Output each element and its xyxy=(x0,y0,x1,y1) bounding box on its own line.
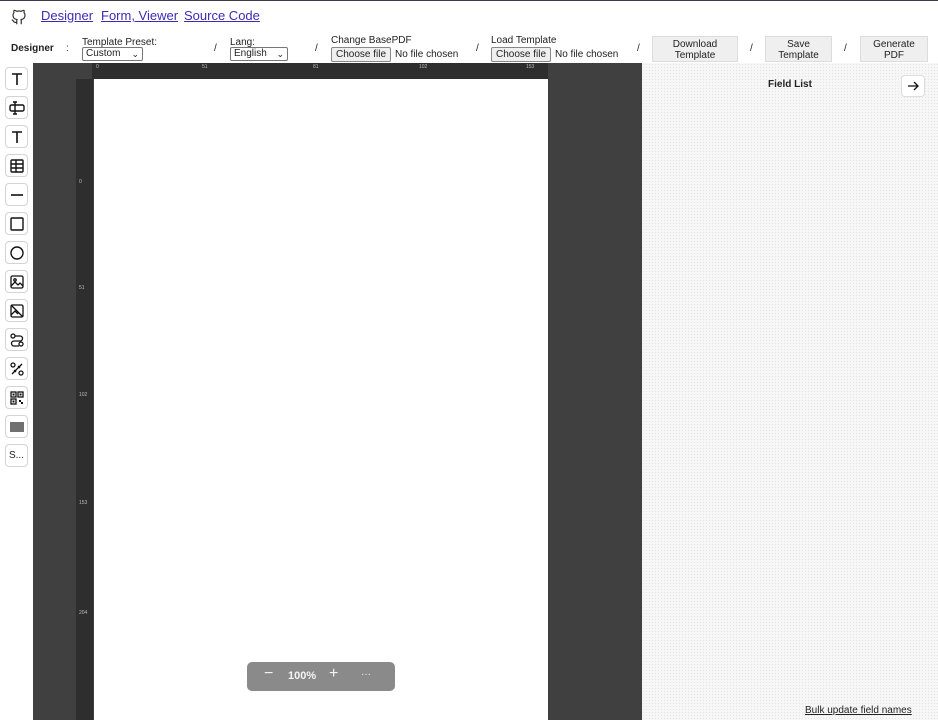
generate-pdf-label-line1: Generate xyxy=(873,39,915,50)
template-preset-select[interactable]: Custom ⌄ xyxy=(82,47,143,61)
generate-pdf-button[interactable]: Generate PDF xyxy=(860,36,928,62)
qrcode-tool-button[interactable] xyxy=(5,357,28,380)
mode-separator: : xyxy=(66,43,69,54)
download-template-label-line1: Download xyxy=(672,39,718,50)
nav-link-designer[interactable]: Designer xyxy=(41,8,93,23)
ruler-left-label: 204 xyxy=(79,610,88,616)
svg-tool-button[interactable] xyxy=(5,299,28,322)
arrow-right-icon xyxy=(908,81,919,91)
signature-tool-button[interactable] xyxy=(5,328,28,351)
zoom-control: − 100% + ··· xyxy=(247,662,395,691)
barcode-icon xyxy=(9,421,24,432)
table-tool-button[interactable] xyxy=(5,154,28,177)
separator: / xyxy=(844,43,847,54)
mode-label: Designer xyxy=(11,43,54,54)
load-template-choose-file-button[interactable]: Choose file xyxy=(491,47,552,62)
template-preset-value: Custom xyxy=(86,48,121,59)
ruler-top-label: 81 xyxy=(313,64,319,70)
ruler-top-label: 102 xyxy=(419,64,428,70)
rectangle-icon xyxy=(9,216,24,231)
ruler-top: 0 51 81 102 153 xyxy=(92,63,548,79)
collapse-panel-button[interactable] xyxy=(901,75,925,97)
save-template-label-line2: Template xyxy=(778,50,819,61)
change-base-pdf-file-status: No file chosen xyxy=(395,49,459,60)
separator: / xyxy=(637,43,640,54)
separator: / xyxy=(214,43,217,54)
toolbar: Designer : Template Preset: Custom ⌄ / L… xyxy=(0,32,938,63)
line-icon xyxy=(10,193,23,196)
top-nav: Designer Form, Viewer Source Code xyxy=(0,1,938,32)
more-tools-label: S... xyxy=(8,450,24,461)
nav-link-source-code[interactable]: Source Code xyxy=(184,8,260,23)
barcode-tool-button[interactable] xyxy=(5,415,28,438)
separator: / xyxy=(476,43,479,54)
ruler-top-label: 0 xyxy=(96,64,99,70)
ruler-left-label: 0 xyxy=(79,179,82,185)
text-field-icon xyxy=(11,130,22,143)
nav-link-form-viewer[interactable]: Form, Viewer xyxy=(101,8,178,23)
separator: / xyxy=(315,43,318,54)
qrcode-alt-tool-button[interactable] xyxy=(5,386,28,409)
text-field-tool-button[interactable] xyxy=(5,125,28,148)
ellipse-tool-button[interactable] xyxy=(5,241,28,264)
chevron-down-icon: ⌄ xyxy=(276,49,284,59)
ruler-left: 0 51 102 153 204 xyxy=(76,79,93,720)
multivariable-text-icon xyxy=(8,100,25,115)
ruler-top-label: 51 xyxy=(202,64,208,70)
rectangle-tool-button[interactable] xyxy=(5,212,28,235)
change-base-pdf-label: Change BasePDF xyxy=(331,35,412,46)
lang-value: English xyxy=(234,48,267,59)
signature-icon xyxy=(9,332,24,347)
image-tool-button[interactable] xyxy=(5,270,28,293)
field-list-panel: Field List Bulk update field names xyxy=(642,63,938,720)
zoom-level: 100% xyxy=(288,670,317,682)
save-template-label-line1: Save xyxy=(787,39,810,50)
pdf-page[interactable] xyxy=(94,79,548,720)
chevron-down-icon: ⌄ xyxy=(131,49,139,59)
load-template-label: Load Template xyxy=(491,35,557,46)
qrcode-alt-icon xyxy=(9,390,24,405)
more-tools-button[interactable]: S... xyxy=(5,444,28,467)
lang-select[interactable]: English ⌄ xyxy=(230,47,288,61)
svg-icon xyxy=(9,303,24,318)
change-base-pdf-choose-file-button[interactable]: Choose file xyxy=(331,47,392,62)
generate-pdf-label-line2: PDF xyxy=(884,50,904,61)
zoom-in-button[interactable]: + xyxy=(329,665,338,683)
field-list-title: Field List xyxy=(768,79,812,90)
ruler-left-label: 51 xyxy=(79,285,85,291)
save-template-button[interactable]: Save Template xyxy=(765,36,832,62)
multivariable-text-tool-button[interactable] xyxy=(5,96,28,119)
image-icon xyxy=(9,274,24,289)
table-icon xyxy=(9,158,24,173)
zoom-out-button[interactable]: − xyxy=(264,665,273,683)
separator: / xyxy=(750,43,753,54)
tool-sidebar: S... xyxy=(0,63,33,720)
download-template-button[interactable]: Download Template xyxy=(652,36,738,62)
text-tool-button[interactable] xyxy=(5,67,28,90)
download-template-label-line2: Template xyxy=(674,50,716,61)
github-icon[interactable] xyxy=(10,8,28,26)
canvas-area[interactable]: 0 51 81 102 153 0 51 102 153 204 − 100% … xyxy=(33,63,642,720)
load-template-file-status: No file chosen xyxy=(555,49,619,60)
bulk-update-field-names-link[interactable]: Bulk update field names xyxy=(805,705,912,716)
ellipse-icon xyxy=(9,245,24,260)
qrcode-icon xyxy=(9,361,24,376)
line-tool-button[interactable] xyxy=(5,183,28,206)
ruler-left-label: 102 xyxy=(79,392,88,398)
text-icon xyxy=(11,72,22,85)
ruler-left-label: 153 xyxy=(79,500,88,506)
more-options-button[interactable]: ··· xyxy=(361,669,371,680)
ruler-top-label: 153 xyxy=(526,64,535,70)
